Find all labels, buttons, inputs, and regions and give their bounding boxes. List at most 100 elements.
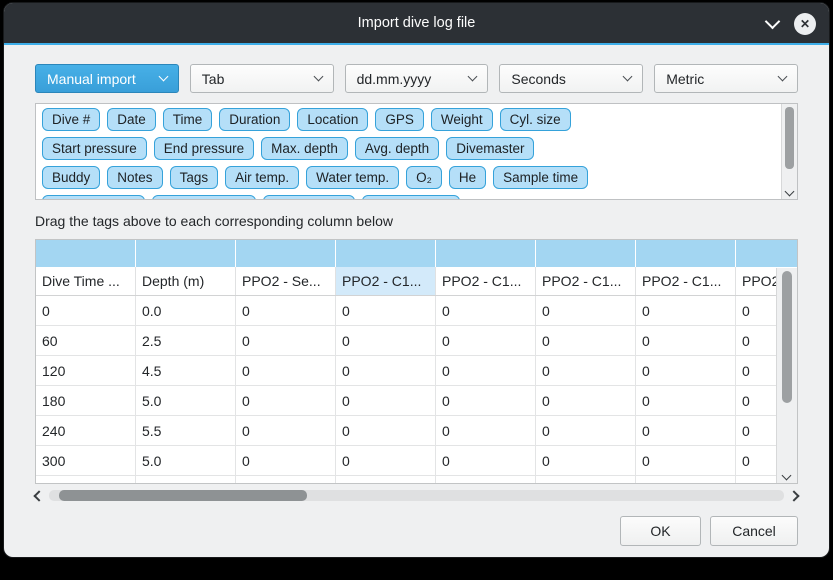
- table-row: 602.5000000: [36, 326, 797, 356]
- column-header-2[interactable]: PPO2 - Se...: [236, 267, 336, 295]
- chevron-down-icon[interactable]: [765, 14, 781, 30]
- table-cell: 0: [636, 326, 736, 355]
- table-cell: 0: [436, 416, 536, 445]
- table-cell: 0.0: [136, 296, 236, 325]
- tag-time[interactable]: Time: [163, 108, 213, 131]
- table-row: 00.0000000: [36, 296, 797, 326]
- tag-gps[interactable]: GPS: [375, 108, 424, 131]
- table-cell: 0: [436, 356, 536, 385]
- scroll-down-icon[interactable]: [782, 471, 792, 481]
- tag-air-temp[interactable]: Air temp.: [225, 166, 299, 189]
- scrollbar-thumb[interactable]: [59, 490, 307, 501]
- scrollbar-thumb[interactable]: [785, 107, 794, 169]
- table-row: 1204.5000000: [36, 356, 797, 386]
- tag-sample-depth[interactable]: Sample depth: [42, 195, 145, 200]
- cancel-button[interactable]: Cancel: [710, 516, 798, 546]
- table-cell: [436, 476, 536, 484]
- column-header-6[interactable]: PPO2 - C1...: [636, 267, 736, 295]
- scrollbar-track[interactable]: [49, 490, 784, 501]
- tag-dive[interactable]: Dive #: [42, 108, 100, 131]
- table-cell: [536, 476, 636, 484]
- horizontal-scrollbar[interactable]: [35, 487, 798, 504]
- field-separator-select[interactable]: Tab: [190, 64, 334, 93]
- drop-target-col-5[interactable]: [536, 240, 635, 267]
- drop-target-col-2[interactable]: [236, 240, 335, 267]
- scroll-down-icon[interactable]: [785, 187, 795, 197]
- table-cell: 5.5: [136, 416, 236, 445]
- tag-divemaster[interactable]: Divemaster: [446, 137, 534, 160]
- drop-target-col-7[interactable]: [736, 240, 798, 267]
- dialog-body: Manual import Tab dd.mm.yyyy Seconds Met…: [4, 45, 829, 546]
- table-row: [36, 476, 797, 484]
- import-type-select[interactable]: Manual import: [35, 64, 179, 93]
- tag-scrollbar[interactable]: [781, 104, 797, 199]
- tag-sample-temp[interactable]: Sample temp.: [152, 195, 255, 200]
- table-scrollbar[interactable]: [776, 268, 797, 483]
- column-header-0[interactable]: Dive Time ...: [36, 267, 136, 295]
- drag-instruction: Drag the tags above to each correspondin…: [35, 213, 798, 229]
- tag-sample-time[interactable]: Sample time: [493, 166, 588, 189]
- column-header-4[interactable]: PPO2 - C1...: [436, 267, 536, 295]
- tag-weight[interactable]: Weight: [431, 108, 493, 131]
- table-cell: 0: [236, 416, 336, 445]
- table-cell: 0: [436, 446, 536, 475]
- table-cell: [36, 476, 136, 484]
- table-cell: 0: [436, 386, 536, 415]
- drop-target-col-0[interactable]: [36, 240, 135, 267]
- tag-tags[interactable]: Tags: [170, 166, 219, 189]
- tag-sample-cns[interactable]: Sample CNS: [362, 195, 460, 200]
- date-format-select[interactable]: dd.mm.yyyy: [345, 64, 489, 93]
- screen: Import dive log file ✕ Manual import Tab…: [0, 0, 833, 580]
- units-select[interactable]: Metric: [654, 64, 798, 93]
- table-cell: 300: [36, 446, 136, 475]
- drop-target-col-3[interactable]: [336, 240, 435, 267]
- table-cell: 0: [236, 446, 336, 475]
- drop-target-col-6[interactable]: [636, 240, 735, 267]
- tag-list: Dive # Date Time Duration Location GPS Weight C…: [35, 103, 798, 200]
- tag-date[interactable]: Date: [107, 108, 156, 131]
- table-cell: 0: [436, 296, 536, 325]
- tag-sample-po[interactable]: Sample pO₂: [263, 195, 356, 200]
- scroll-right-icon[interactable]: [788, 490, 799, 501]
- table-body: 00.0000000602.50000001204.50000001805.00…: [36, 296, 797, 484]
- tag-duration[interactable]: Duration: [219, 108, 290, 131]
- drop-target-col-1[interactable]: [136, 240, 235, 267]
- tag-cyl-size[interactable]: Cyl. size: [500, 108, 571, 131]
- tag-buddy[interactable]: Buddy: [42, 166, 100, 189]
- duration-format-value: Seconds: [511, 71, 565, 87]
- ok-button[interactable]: OK: [620, 516, 701, 546]
- close-icon[interactable]: ✕: [794, 13, 816, 35]
- scrollbar-thumb[interactable]: [782, 271, 792, 403]
- tag-avg-depth[interactable]: Avg. depth: [355, 137, 439, 160]
- table-cell: [136, 476, 236, 484]
- column-header-5[interactable]: PPO2 - C1...: [536, 267, 636, 295]
- duration-format-select[interactable]: Seconds: [499, 64, 643, 93]
- chevron-down-icon: [468, 72, 478, 82]
- column-header-3[interactable]: PPO2 - C1...: [336, 267, 436, 295]
- column-header-1[interactable]: Depth (m): [136, 267, 236, 295]
- tag-water-temp[interactable]: Water temp.: [306, 166, 399, 189]
- tag-max-depth[interactable]: Max. depth: [261, 137, 348, 160]
- table-cell: 0: [236, 326, 336, 355]
- table-cell: [336, 476, 436, 484]
- import-type-value: Manual import: [47, 71, 136, 87]
- chevron-down-icon: [313, 72, 323, 82]
- tag-notes[interactable]: Notes: [107, 166, 162, 189]
- tag-o[interactable]: O₂: [406, 166, 442, 189]
- import-options-row: Manual import Tab dd.mm.yyyy Seconds Met…: [35, 64, 798, 93]
- dialog-buttons: OK Cancel: [35, 516, 798, 546]
- tag-start-pressure[interactable]: Start pressure: [42, 137, 147, 160]
- tag-location[interactable]: Location: [297, 108, 368, 131]
- table-cell: [236, 476, 336, 484]
- drop-target-col-4[interactable]: [436, 240, 535, 267]
- field-separator-value: Tab: [202, 71, 225, 87]
- table-cell: 60: [36, 326, 136, 355]
- titlebar[interactable]: Import dive log file ✕: [4, 3, 829, 45]
- table-cell: 0: [536, 296, 636, 325]
- table-cell: 0: [636, 386, 736, 415]
- tag-end-pressure[interactable]: End pressure: [154, 137, 254, 160]
- scroll-left-icon[interactable]: [33, 490, 44, 501]
- titlebar-buttons: ✕: [767, 3, 816, 45]
- tag-he[interactable]: He: [449, 166, 486, 189]
- table-cell: 0: [636, 446, 736, 475]
